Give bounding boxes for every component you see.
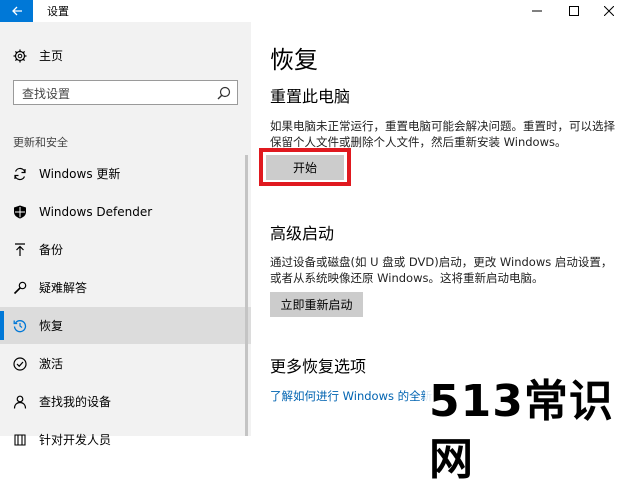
get-started-button[interactable]: 开始: [266, 155, 344, 180]
sidebar-item-troubleshoot[interactable]: 疑难解答: [0, 269, 251, 306]
sidebar-item-label: 疑难解答: [39, 281, 88, 295]
reset-pc-heading: 重置此电脑: [270, 87, 351, 106]
sidebar: 主页 更新和安全 Windows 更新 Windows Defender: [0, 22, 251, 447]
sidebar-item-recovery[interactable]: 恢复: [0, 307, 251, 344]
reset-pc-description: 如果电脑未正常运行，重置电脑可能会解决问题。重置时，可以选择保留个人文件或删除个…: [270, 119, 615, 149]
page-title: 恢复: [270, 46, 318, 74]
close-icon: [604, 6, 614, 16]
maximize-button[interactable]: [556, 0, 592, 22]
check-circle-icon: [12, 356, 28, 372]
sidebar-item-label: 主页: [39, 49, 64, 63]
history-icon: [12, 318, 28, 334]
selection-indicator: [0, 311, 4, 340]
sidebar-item-label: 备份: [39, 243, 64, 257]
minimize-button[interactable]: [519, 0, 555, 22]
back-arrow-icon: [11, 6, 22, 16]
sidebar-item-activation[interactable]: 激活: [0, 345, 251, 382]
sidebar-item-find-my-device[interactable]: 查找我的设备: [0, 383, 251, 420]
search-icon[interactable]: [217, 86, 231, 100]
person-location-icon: [12, 394, 28, 410]
section-label: 更新和安全: [13, 136, 68, 149]
minimize-icon: [532, 10, 542, 12]
sidebar-item-for-developers[interactable]: 针对开发人员: [0, 421, 251, 458]
window-title: 设置: [47, 5, 69, 18]
sidebar-item-windows-defender[interactable]: Windows Defender: [0, 193, 251, 230]
search-input[interactable]: [20, 83, 214, 104]
sync-icon: [12, 166, 28, 182]
sidebar-item-label: 针对开发人员: [39, 433, 112, 447]
sidebar-item-home[interactable]: 主页: [0, 37, 251, 74]
more-recovery-options-heading: 更多恢复选项: [270, 357, 367, 376]
sidebar-item-label: 恢复: [39, 319, 64, 333]
sidebar-item-label: Windows Defender: [39, 204, 153, 219]
watermark: 513常识网: [425, 373, 627, 489]
backup-arrow-icon: [12, 242, 28, 258]
close-button[interactable]: [591, 0, 627, 22]
restart-now-button[interactable]: 立即重新启动: [270, 292, 363, 317]
wrench-icon: [12, 280, 28, 296]
maximize-icon: [569, 6, 579, 16]
developer-icon: [12, 432, 28, 448]
back-button[interactable]: [0, 0, 33, 22]
sidebar-scrollbar[interactable]: [245, 155, 248, 436]
sidebar-item-label: 激活: [39, 357, 64, 371]
sidebar-item-label: Windows 更新: [39, 167, 121, 181]
sidebar-item-windows-update[interactable]: Windows 更新: [0, 155, 251, 192]
shield-icon: [12, 204, 28, 220]
search-box[interactable]: [13, 80, 238, 105]
sidebar-item-backup[interactable]: 备份: [0, 231, 251, 268]
learn-more-link[interactable]: 了解如何进行 Windows 的全新: [270, 388, 432, 404]
advanced-startup-description: 通过设备或磁盘(如 U 盘或 DVD)启动，更改 Windows 启动设置，或者…: [270, 255, 613, 285]
advanced-startup-heading: 高级启动: [270, 224, 335, 243]
sidebar-item-label: 查找我的设备: [39, 395, 112, 409]
gear-icon: [12, 48, 28, 64]
title-bar: 设置: [0, 0, 627, 22]
